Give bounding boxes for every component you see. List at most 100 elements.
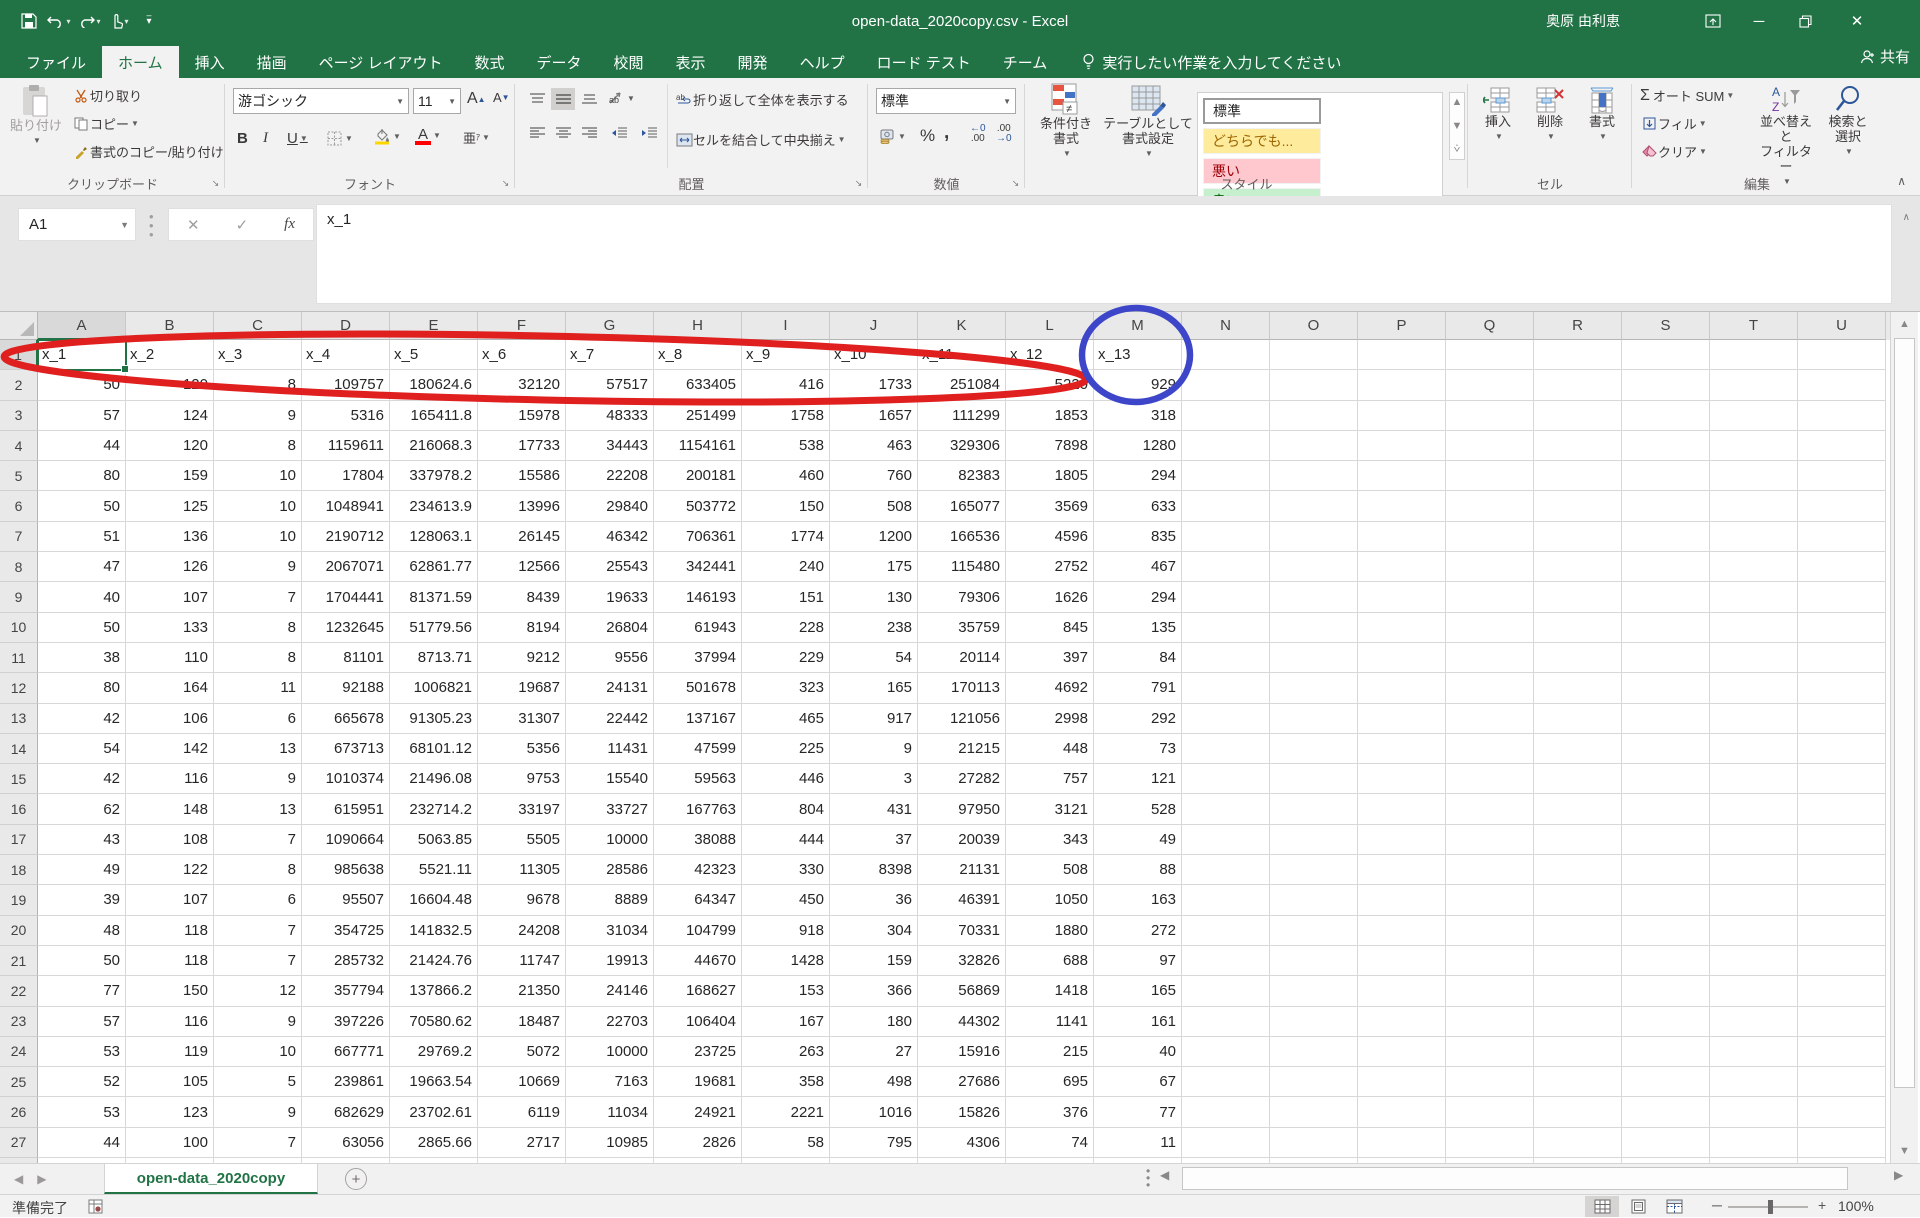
- cell[interactable]: [1710, 370, 1798, 400]
- cell[interactable]: 337978.2: [390, 461, 478, 491]
- cell[interactable]: 180624.6: [390, 370, 478, 400]
- cell[interactable]: [1182, 946, 1270, 976]
- cell[interactable]: 1232645: [302, 613, 390, 643]
- cell[interactable]: 228: [742, 613, 830, 643]
- ribbon-tab-ホーム[interactable]: ホーム: [102, 46, 179, 78]
- cell[interactable]: [1798, 582, 1886, 612]
- cell[interactable]: 11034: [566, 1097, 654, 1127]
- cell[interactable]: [1798, 522, 1886, 552]
- cell[interactable]: [1710, 946, 1798, 976]
- cell[interactable]: 11: [1094, 1128, 1182, 1158]
- cell[interactable]: 24921: [654, 1097, 742, 1127]
- cell[interactable]: [1446, 1037, 1534, 1067]
- cell[interactable]: 34443: [566, 431, 654, 461]
- cell[interactable]: 67: [1094, 1067, 1182, 1097]
- cell[interactable]: 215: [1006, 1037, 1094, 1067]
- cell[interactable]: 251084: [918, 370, 1006, 400]
- cell[interactable]: [1534, 643, 1622, 673]
- cell[interactable]: [1446, 855, 1534, 885]
- cell[interactable]: 8713.71: [390, 643, 478, 673]
- align-top-icon[interactable]: [525, 88, 549, 110]
- cell[interactable]: 7: [214, 825, 302, 855]
- cell[interactable]: 465: [742, 704, 830, 734]
- cell[interactable]: [1358, 764, 1446, 794]
- font-name-combo[interactable]: 游ゴシック▼: [233, 88, 409, 114]
- shrink-font-button[interactable]: A▼: [493, 90, 510, 105]
- row-header-3[interactable]: 3: [0, 401, 38, 431]
- ribbon-tab-ページ レイアウト[interactable]: ページ レイアウト: [303, 46, 459, 78]
- cell[interactable]: [1446, 431, 1534, 461]
- formula-bar-expand-icon[interactable]: ∧: [1903, 212, 1910, 223]
- cell[interactable]: 416: [742, 370, 830, 400]
- cell[interactable]: 122: [126, 855, 214, 885]
- cell[interactable]: [1622, 825, 1710, 855]
- cell[interactable]: [1534, 976, 1622, 1006]
- column-header-J[interactable]: J: [830, 312, 918, 340]
- cell[interactable]: [1446, 1128, 1534, 1158]
- ribbon-tab-開発[interactable]: 開発: [722, 46, 784, 78]
- row-header-25[interactable]: 25: [0, 1067, 38, 1097]
- cell[interactable]: 1141: [1006, 1007, 1094, 1037]
- cell[interactable]: 2826: [654, 1128, 742, 1158]
- cell[interactable]: 330: [742, 855, 830, 885]
- cell[interactable]: 239861: [302, 1067, 390, 1097]
- cell[interactable]: 13: [214, 734, 302, 764]
- copy-button[interactable]: コピー▼: [72, 114, 139, 133]
- cell[interactable]: [1358, 1037, 1446, 1067]
- cell[interactable]: [1358, 613, 1446, 643]
- cell[interactable]: 294: [1094, 461, 1182, 491]
- cell[interactable]: [1358, 552, 1446, 582]
- cell[interactable]: 1090664: [302, 825, 390, 855]
- cell[interactable]: 501678: [654, 673, 742, 703]
- cell[interactable]: [1622, 522, 1710, 552]
- cell[interactable]: 9556: [566, 643, 654, 673]
- cell[interactable]: 6119: [478, 1097, 566, 1127]
- cell[interactable]: 688: [1006, 946, 1094, 976]
- cell[interactable]: [1622, 370, 1710, 400]
- cell[interactable]: 3: [830, 764, 918, 794]
- cell[interactable]: [1270, 1037, 1358, 1067]
- cell[interactable]: 22208: [566, 461, 654, 491]
- alignment-dialog-launcher[interactable]: ↘: [852, 177, 864, 189]
- cell[interactable]: [1710, 704, 1798, 734]
- cell[interactable]: [1182, 613, 1270, 643]
- cell[interactable]: [1270, 491, 1358, 521]
- insert-function-icon[interactable]: fx: [284, 216, 295, 233]
- cell[interactable]: x_6: [478, 340, 566, 370]
- row-header-12[interactable]: 12: [0, 673, 38, 703]
- cell[interactable]: [1358, 401, 1446, 431]
- row-header-6[interactable]: 6: [0, 491, 38, 521]
- increase-decimal-button[interactable]: ←0.00: [970, 124, 986, 144]
- cell[interactable]: [1182, 552, 1270, 582]
- cell[interactable]: 1280: [1094, 431, 1182, 461]
- cell[interactable]: [1798, 916, 1886, 946]
- macro-record-icon[interactable]: [88, 1199, 103, 1214]
- cell[interactable]: 7: [214, 1128, 302, 1158]
- cell[interactable]: [1622, 643, 1710, 673]
- row-header-18[interactable]: 18: [0, 855, 38, 885]
- cell[interactable]: 6: [214, 885, 302, 915]
- ribbon-tab-ファイル[interactable]: ファイル: [10, 46, 102, 78]
- cell[interactable]: [1622, 613, 1710, 643]
- column-header-F[interactable]: F: [478, 312, 566, 340]
- cell[interactable]: 46391: [918, 885, 1006, 915]
- cell[interactable]: [1446, 976, 1534, 1006]
- cell[interactable]: 7: [214, 916, 302, 946]
- cell[interactable]: [1622, 461, 1710, 491]
- vertical-scrollbar[interactable]: ▲ ▼: [1890, 312, 1918, 1163]
- cell[interactable]: 21496.08: [390, 764, 478, 794]
- cell[interactable]: 42323: [654, 855, 742, 885]
- cell[interactable]: [1446, 613, 1534, 643]
- cell[interactable]: [1710, 1128, 1798, 1158]
- row-header-15[interactable]: 15: [0, 764, 38, 794]
- styles-gallery-up-icon[interactable]: ▲: [1452, 96, 1463, 108]
- cell[interactable]: 234613.9: [390, 491, 478, 521]
- cell[interactable]: 88: [1094, 855, 1182, 885]
- cell[interactable]: 167: [742, 1007, 830, 1037]
- cell[interactable]: 120: [126, 431, 214, 461]
- cell[interactable]: 57: [38, 1007, 126, 1037]
- cell[interactable]: 77: [38, 976, 126, 1006]
- cell[interactable]: 292: [1094, 704, 1182, 734]
- ribbon-tab-データ[interactable]: データ: [521, 46, 598, 78]
- cell[interactable]: 19633: [566, 582, 654, 612]
